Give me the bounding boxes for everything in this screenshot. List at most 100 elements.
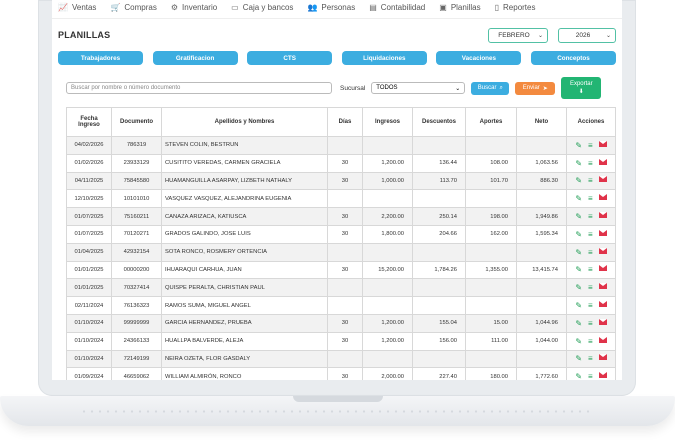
edit-icon[interactable]: ✎ (575, 176, 582, 185)
table-row: 01/09/2024 46659062 WILLIAM ALMIRÓN, RONCO… (66, 367, 616, 380)
edit-icon[interactable]: ✎ (575, 337, 582, 346)
mail-icon[interactable] (598, 158, 607, 165)
cell-acciones: ✎ ≡ (566, 136, 616, 155)
menu-item-contabilidad[interactable]: ▤ Contabilidad (369, 3, 425, 12)
list-icon[interactable]: ≡ (588, 301, 593, 310)
search-input[interactable]: Buscar por nombre o número documento (66, 82, 332, 94)
edit-icon[interactable]: ✎ (575, 230, 582, 239)
menu-item-ventas[interactable]: 📈 Ventas (58, 3, 96, 12)
list-icon[interactable]: ≡ (588, 159, 593, 168)
cell-descuentos (412, 349, 466, 369)
mail-icon[interactable] (598, 336, 607, 343)
menu-item-compras[interactable]: 🛒 Compras (110, 3, 156, 12)
cell-fecha: 01/10/2024 (66, 331, 112, 351)
list-icon[interactable]: ≡ (588, 265, 593, 274)
mail-icon[interactable] (598, 176, 607, 183)
row-actions: ✎ ≡ (569, 247, 613, 257)
cart-icon: 🛒 (110, 2, 121, 12)
tab-gratificacion[interactable]: Gratificacion (152, 51, 238, 65)
payroll-table: Fecha Ingreso Documento Apellidos y Nomb… (66, 107, 616, 380)
tab-conceptos[interactable]: Conceptos (530, 51, 616, 65)
mail-icon[interactable] (598, 212, 607, 219)
menu-item-inventario[interactable]: ⚙ Inventario (171, 3, 217, 12)
cell-doc: 75845580 (111, 171, 162, 191)
edit-icon[interactable]: ✎ (575, 319, 582, 328)
payroll-icon: ▣ (439, 2, 447, 12)
cell-descuentos (412, 296, 466, 315)
mail-icon[interactable] (598, 247, 607, 254)
cell-descuentos (412, 136, 466, 155)
list-icon[interactable]: ≡ (588, 141, 593, 150)
edit-icon[interactable]: ✎ (575, 248, 582, 257)
edit-icon[interactable]: ✎ (575, 194, 582, 203)
list-icon[interactable]: ≡ (588, 283, 593, 292)
cell-neto (516, 296, 567, 315)
cell-aportes (465, 349, 517, 369)
menu-item-caja-bancos[interactable]: ▭ Caja y bancos (231, 3, 293, 12)
list-icon[interactable]: ≡ (588, 230, 593, 239)
edit-icon[interactable]: ✎ (575, 141, 582, 150)
exportar-button[interactable]: Exportar ⬇ (561, 77, 602, 99)
cell-nombre: QUISPE PERALTA, CHRISTIAN PAUL (161, 278, 328, 298)
menu-item-reportes[interactable]: ▯ Reportes (495, 3, 536, 12)
menu-item-personas[interactable]: 👥 Personas (307, 3, 355, 12)
cell-doc: 72149199 (111, 349, 162, 369)
edit-icon[interactable]: ✎ (575, 301, 582, 310)
menu-item-planillas[interactable]: ▣ Planillas (439, 3, 480, 12)
cell-nombre: WILLIAM ALMIRÓN, RONCO (161, 367, 328, 380)
edit-icon[interactable]: ✎ (575, 159, 582, 168)
cell-fecha: 01/10/2024 (66, 313, 112, 333)
mail-icon[interactable] (598, 229, 607, 236)
cell-aportes (465, 242, 517, 262)
list-icon[interactable]: ≡ (588, 194, 593, 203)
mail-icon[interactable] (598, 140, 607, 147)
buscar-button[interactable]: Buscar ⌕ (471, 81, 510, 95)
cell-nombre: HUALLPA BALVERDE, ALEJA (161, 331, 328, 351)
cell-neto: 1,044.96 (516, 313, 567, 333)
list-icon[interactable]: ≡ (588, 319, 593, 328)
tab-liquidaciones[interactable]: Liquidaciones (341, 51, 427, 65)
mail-icon[interactable] (598, 318, 607, 325)
cell-acciones: ✎ ≡ (566, 260, 616, 280)
mail-icon[interactable] (598, 283, 607, 290)
mail-icon[interactable] (598, 354, 607, 361)
list-icon[interactable]: ≡ (588, 176, 593, 185)
enviar-button[interactable]: Enviar ➤ (515, 81, 556, 95)
cell-aportes: 101.70 (465, 171, 517, 191)
cell-acciones: ✎ ≡ (566, 153, 616, 173)
list-icon[interactable]: ≡ (588, 354, 593, 363)
year-select[interactable]: 2026 ⌄ (558, 27, 616, 43)
cell-descuentos: 204.66 (412, 224, 466, 244)
edit-icon[interactable]: ✎ (575, 212, 582, 221)
edit-icon[interactable]: ✎ (575, 265, 582, 274)
tab-vacaciones[interactable]: Vacaciones (436, 51, 522, 65)
edit-icon[interactable]: ✎ (575, 372, 582, 380)
list-icon[interactable]: ≡ (588, 248, 593, 257)
cell-nombre: SOTA RONCO, ROSMERY ORTENCIA (161, 242, 328, 262)
list-icon[interactable]: ≡ (588, 337, 593, 346)
tab-trabajadores[interactable]: Trabajadores (58, 51, 143, 65)
cell-ingresos (362, 136, 413, 155)
sucursal-select[interactable]: TODOS ⌄ (371, 82, 466, 94)
cell-descuentos: 113.70 (412, 171, 466, 191)
laptop-base (0, 396, 675, 426)
mail-icon[interactable] (598, 194, 607, 201)
mail-icon[interactable] (598, 265, 607, 272)
cell-ingresos: 1,200.00 (362, 331, 413, 351)
tab-cts[interactable]: CTS (247, 51, 333, 65)
list-icon[interactable]: ≡ (588, 212, 593, 221)
cell-ingresos (362, 189, 413, 209)
cell-dias (327, 242, 363, 262)
cell-dias (327, 296, 363, 315)
mail-icon[interactable] (598, 372, 607, 379)
edit-icon[interactable]: ✎ (575, 354, 582, 363)
month-select[interactable]: FEBRERO ⌄ (488, 27, 548, 43)
col-dias: Días (327, 107, 363, 137)
edit-icon[interactable]: ✎ (575, 283, 582, 292)
cell-acciones: ✎ ≡ (566, 349, 616, 369)
mail-icon[interactable] (598, 301, 607, 308)
table-row: 01/10/2024 99999999 GARCIA HERNANDEZ, PRUE… (66, 313, 616, 333)
list-icon[interactable]: ≡ (588, 372, 593, 380)
menu-label: Contabilidad (380, 2, 426, 12)
cell-dias: 30 (327, 207, 363, 226)
